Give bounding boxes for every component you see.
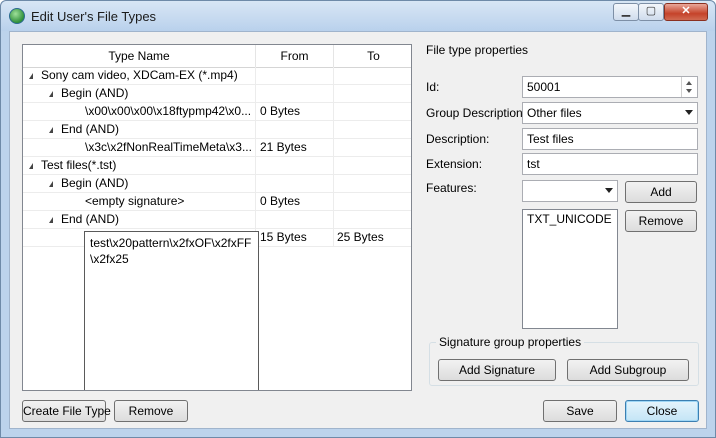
row-name: End (AND) xyxy=(61,212,120,226)
dialog-window: Edit User's File Types ▁ ▢ ✕ Type Name F… xyxy=(0,0,716,438)
tree-row[interactable]: End (AND) xyxy=(23,211,411,229)
row-to xyxy=(334,157,411,174)
expand-arrow-icon[interactable] xyxy=(49,216,53,223)
remove-file-type-button[interactable]: Remove xyxy=(114,400,188,422)
row-name: \x3c\x2fNonRealTimeMeta\x3... xyxy=(85,140,252,154)
row-from xyxy=(256,121,334,138)
row-name: End (AND) xyxy=(61,122,120,136)
close-window-button[interactable]: ✕ xyxy=(664,3,708,21)
description-field[interactable]: Test files xyxy=(522,128,698,150)
row-to xyxy=(334,139,411,156)
tree-row[interactable]: Begin (AND) xyxy=(23,175,411,193)
titlebar: Edit User's File Types ▁ ▢ ✕ xyxy=(1,1,715,31)
expand-arrow-icon[interactable] xyxy=(49,180,53,187)
row-to xyxy=(334,67,411,84)
column-header-from[interactable]: From xyxy=(256,45,334,67)
tree-row[interactable]: Begin (AND) xyxy=(23,85,411,103)
window-title: Edit User's File Types xyxy=(31,9,157,24)
row-to xyxy=(334,85,411,102)
features-select[interactable] xyxy=(522,180,618,202)
section-title: File type properties xyxy=(426,43,529,57)
tree-row[interactable]: \x00\x00\x00\x18ftypmp42\x0... 0 Bytes xyxy=(23,103,411,121)
signature-edit-box[interactable]: test\x20pattern\x2fxOF\x2fxFF\x2fx25 xyxy=(84,231,259,390)
id-value: 50001 xyxy=(527,80,561,94)
tree-row[interactable]: Sony cam video, XDCam-EX (*.mp4) xyxy=(23,67,411,85)
extension-field[interactable]: tst xyxy=(522,153,698,175)
row-name: Begin (AND) xyxy=(61,86,129,100)
spin-down-icon[interactable] xyxy=(686,89,692,93)
tree-row[interactable]: Test files(*.tst) xyxy=(23,157,411,175)
row-from xyxy=(256,211,334,228)
add-subgroup-button[interactable]: Add Subgroup xyxy=(567,359,689,381)
add-feature-button[interactable]: Add xyxy=(625,181,697,203)
expand-arrow-icon[interactable] xyxy=(49,126,53,133)
tree-row[interactable]: <empty signature> 0 Bytes xyxy=(23,193,411,211)
tree-row[interactable]: \x3c\x2fNonRealTimeMeta\x3... 21 Bytes xyxy=(23,139,411,157)
row-to xyxy=(334,193,411,210)
close-button[interactable]: Close xyxy=(625,400,699,422)
expand-arrow-icon[interactable] xyxy=(49,90,53,97)
row-name: Sony cam video, XDCam-EX (*.mp4) xyxy=(41,68,238,82)
group-description-select[interactable]: Other files xyxy=(522,102,698,124)
spin-up-icon[interactable] xyxy=(686,81,692,85)
row-to: 25 Bytes xyxy=(334,229,411,246)
maximize-button[interactable]: ▢ xyxy=(638,3,664,21)
row-from: 0 Bytes xyxy=(256,103,334,120)
list-item[interactable]: TXT_UNICODE xyxy=(527,212,613,226)
column-header-to[interactable]: To xyxy=(334,45,411,67)
spin-buttons[interactable] xyxy=(681,77,697,97)
signature-group-title: Signature group properties xyxy=(436,335,585,349)
dialog-client: Type Name From To Sony cam video, XDCam-… xyxy=(9,31,707,429)
row-to xyxy=(334,103,411,120)
signature-group-box: Signature group properties Add Signature… xyxy=(429,335,699,386)
row-name: Begin (AND) xyxy=(61,176,129,190)
description-label: Description: xyxy=(426,132,490,146)
row-from xyxy=(256,85,334,102)
row-name: \x00\x00\x00\x18ftypmp42\x0... xyxy=(85,104,252,118)
row-from: 0 Bytes xyxy=(256,193,334,210)
extension-label: Extension: xyxy=(426,157,483,171)
row-to xyxy=(334,175,411,192)
chevron-down-icon xyxy=(685,110,693,115)
group-description-value: Other files xyxy=(527,106,582,120)
expand-arrow-icon[interactable] xyxy=(29,72,33,79)
save-button[interactable]: Save xyxy=(543,400,617,422)
add-signature-button[interactable]: Add Signature xyxy=(438,359,556,381)
file-type-tree[interactable]: Type Name From To Sony cam video, XDCam-… xyxy=(22,44,412,391)
row-name: Test files(*.tst) xyxy=(41,158,117,172)
tree-header: Type Name From To xyxy=(23,45,411,68)
group-description-label: Group Description: xyxy=(426,106,527,120)
id-spinbox[interactable]: 50001 xyxy=(522,76,698,98)
minimize-button[interactable]: ▁ xyxy=(613,3,639,21)
features-list[interactable]: TXT_UNICODE xyxy=(522,209,618,329)
expand-arrow-icon[interactable] xyxy=(29,162,33,169)
tree-row[interactable]: End (AND) xyxy=(23,121,411,139)
row-from xyxy=(256,157,334,174)
remove-feature-button[interactable]: Remove xyxy=(625,210,697,232)
create-file-type-button[interactable]: Create File Type xyxy=(22,400,111,422)
app-icon xyxy=(9,8,25,24)
row-name: <empty signature> xyxy=(85,194,185,208)
row-from xyxy=(256,67,334,84)
row-from: 21 Bytes xyxy=(256,139,334,156)
chevron-down-icon xyxy=(605,188,613,193)
id-label: Id: xyxy=(426,80,440,94)
features-label: Features: xyxy=(426,181,477,195)
row-to xyxy=(334,211,411,228)
column-header-type-name[interactable]: Type Name xyxy=(23,45,256,67)
row-to xyxy=(334,121,411,138)
row-from: 15 Bytes xyxy=(256,229,334,246)
row-from xyxy=(256,175,334,192)
